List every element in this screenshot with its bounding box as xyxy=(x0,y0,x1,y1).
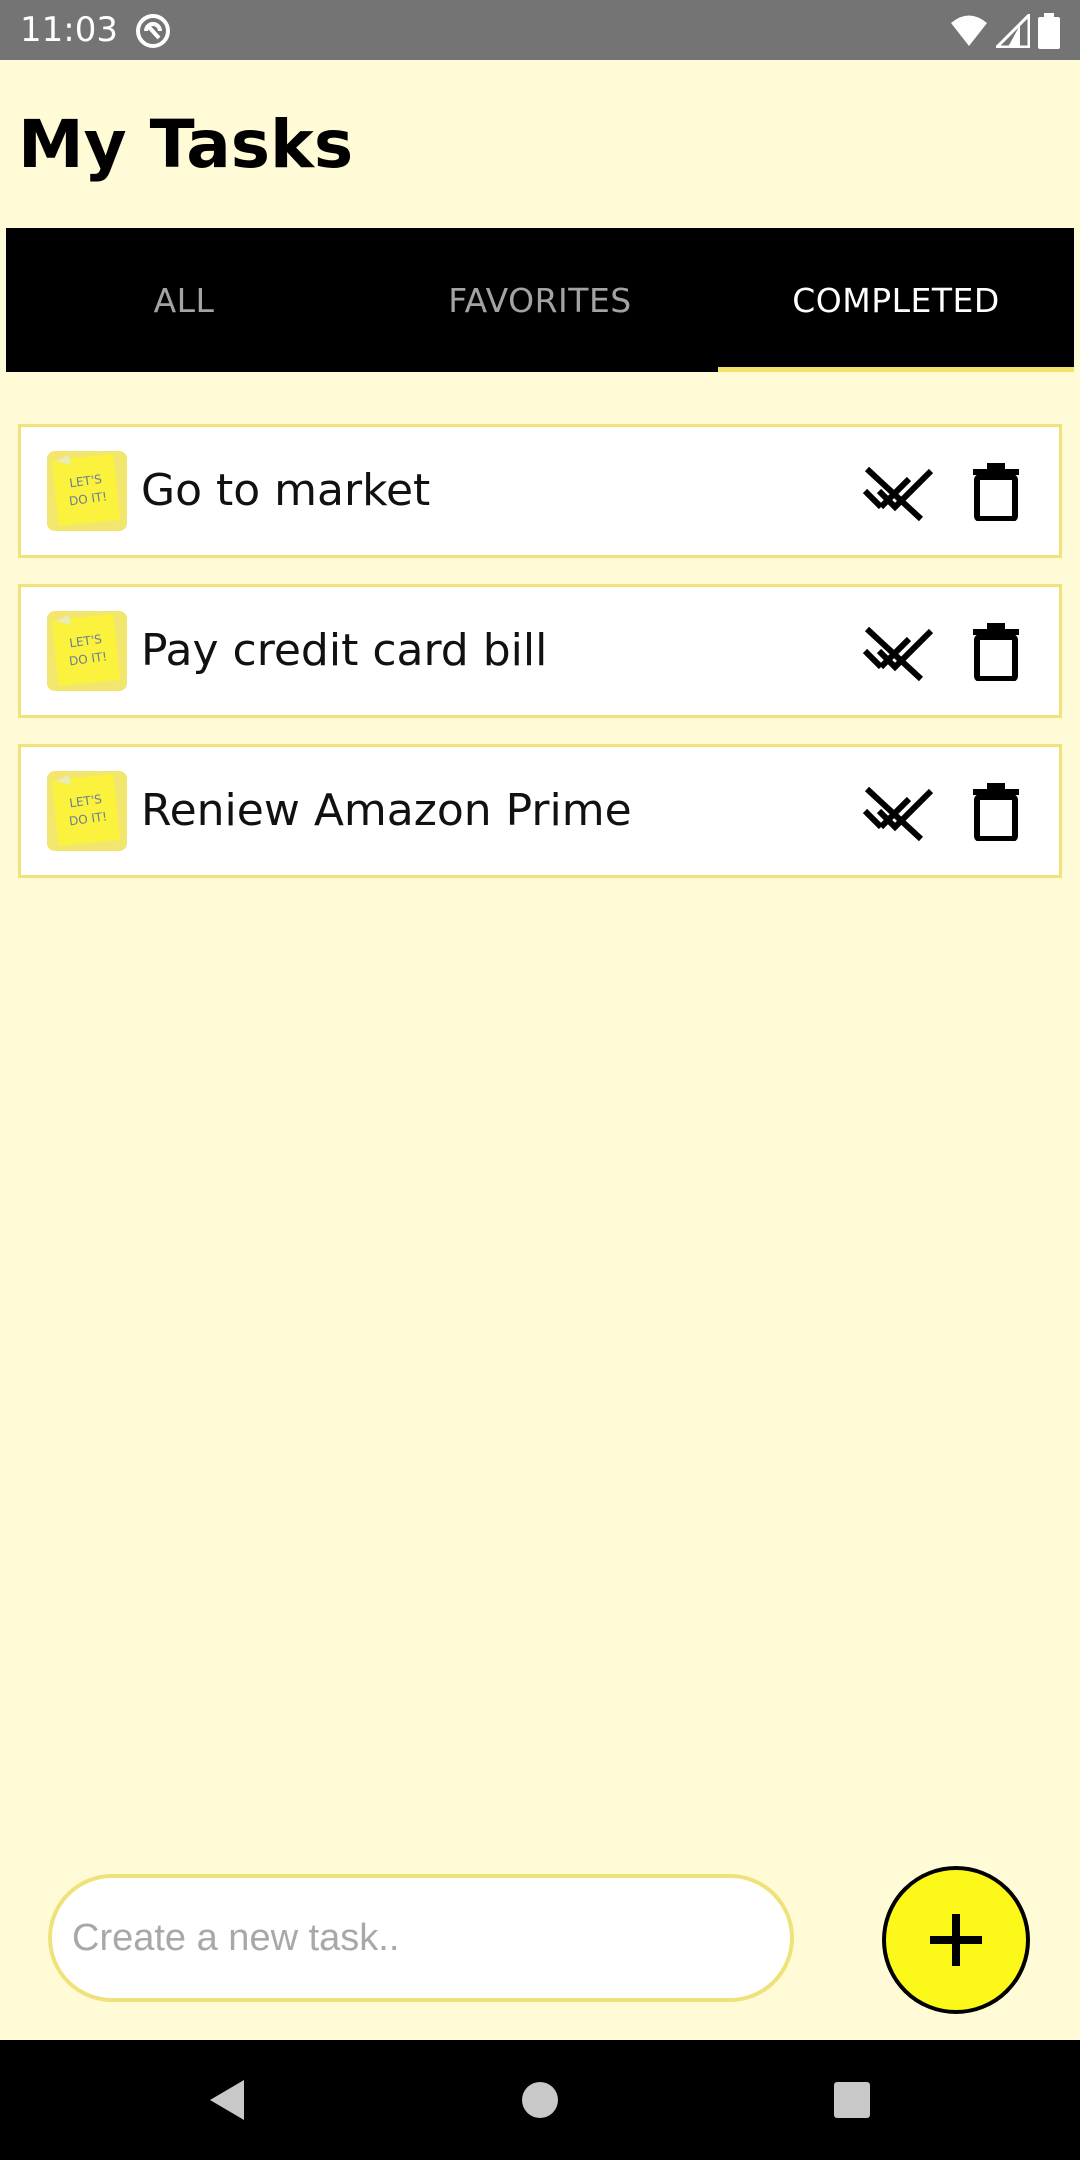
plus-icon xyxy=(930,1914,982,1966)
remove-done-icon[interactable] xyxy=(861,621,937,681)
sticky-note-icon: LET'S DO IT! xyxy=(47,451,127,531)
navigation-bar xyxy=(0,2040,1080,2160)
task-item[interactable]: LET'S DO IT! Pay credit card bill xyxy=(18,584,1062,718)
data-saver-icon xyxy=(136,14,170,48)
recents-square-icon xyxy=(834,2082,870,2118)
home-button[interactable] xyxy=(480,2040,600,2160)
task-label: Reniew Amazon Prime xyxy=(141,785,632,836)
new-task-input[interactable] xyxy=(48,1874,794,2002)
home-circle-icon xyxy=(522,2082,558,2118)
task-list: LET'S DO IT! Go to market LET'S DO IT! P… xyxy=(18,424,1062,904)
wifi-icon xyxy=(951,15,987,46)
status-bar: 11:03 xyxy=(0,0,1080,60)
tab-all[interactable]: ALL xyxy=(6,228,362,372)
delete-icon[interactable] xyxy=(973,463,1019,521)
task-item[interactable]: LET'S DO IT! Reniew Amazon Prime xyxy=(18,744,1062,878)
back-button[interactable] xyxy=(166,2040,286,2160)
page-title: My Tasks xyxy=(18,106,354,183)
cellular-signal-icon xyxy=(996,14,1030,48)
add-task-button[interactable] xyxy=(882,1866,1030,2014)
sticky-note-icon: LET'S DO IT! xyxy=(47,611,127,691)
tab-favorites[interactable]: FAVORITES xyxy=(362,228,718,372)
delete-icon[interactable] xyxy=(973,623,1019,681)
task-label: Pay credit card bill xyxy=(141,625,548,676)
sticky-note-icon: LET'S DO IT! xyxy=(47,771,127,851)
remove-done-icon[interactable] xyxy=(861,781,937,841)
remove-done-icon[interactable] xyxy=(861,461,937,521)
battery-icon xyxy=(1038,13,1060,49)
task-item[interactable]: LET'S DO IT! Go to market xyxy=(18,424,1062,558)
tab-completed[interactable]: COMPLETED xyxy=(718,228,1074,372)
status-time: 11:03 xyxy=(20,10,118,50)
status-icons xyxy=(950,12,1060,50)
delete-icon[interactable] xyxy=(973,783,1019,841)
recents-button[interactable] xyxy=(792,2040,912,2160)
task-label: Go to market xyxy=(141,465,431,516)
back-triangle-icon xyxy=(210,2080,244,2120)
tab-bar: ALL FAVORITES COMPLETED xyxy=(6,228,1074,372)
